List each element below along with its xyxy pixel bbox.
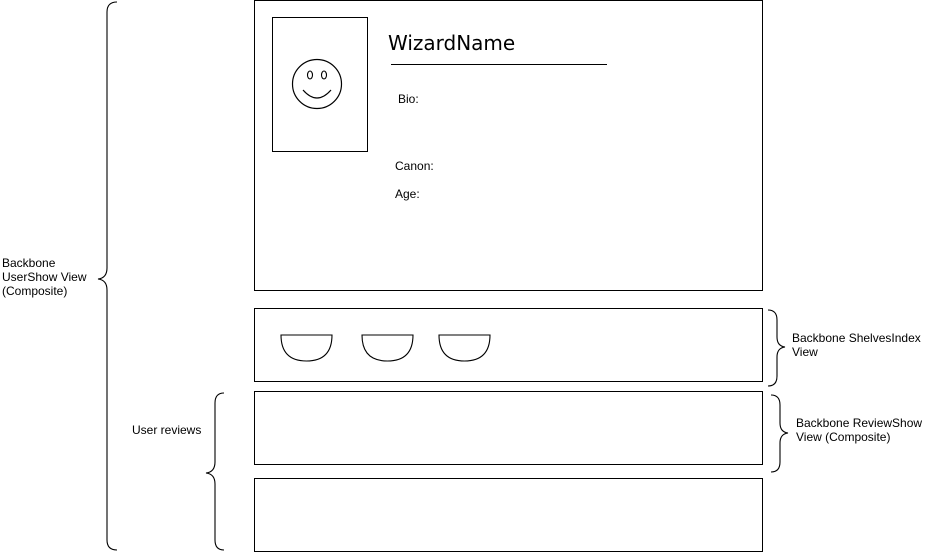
user-reviews-brace-icon — [205, 392, 225, 551]
review-show-brace-icon — [770, 394, 789, 473]
braces-layer — [97, 1, 789, 551]
wireframe-canvas: Backbone UserShow View (Composite) User … — [0, 0, 945, 552]
usershow-brace-icon — [97, 1, 118, 551]
shelves-index-brace-icon — [767, 309, 786, 387]
